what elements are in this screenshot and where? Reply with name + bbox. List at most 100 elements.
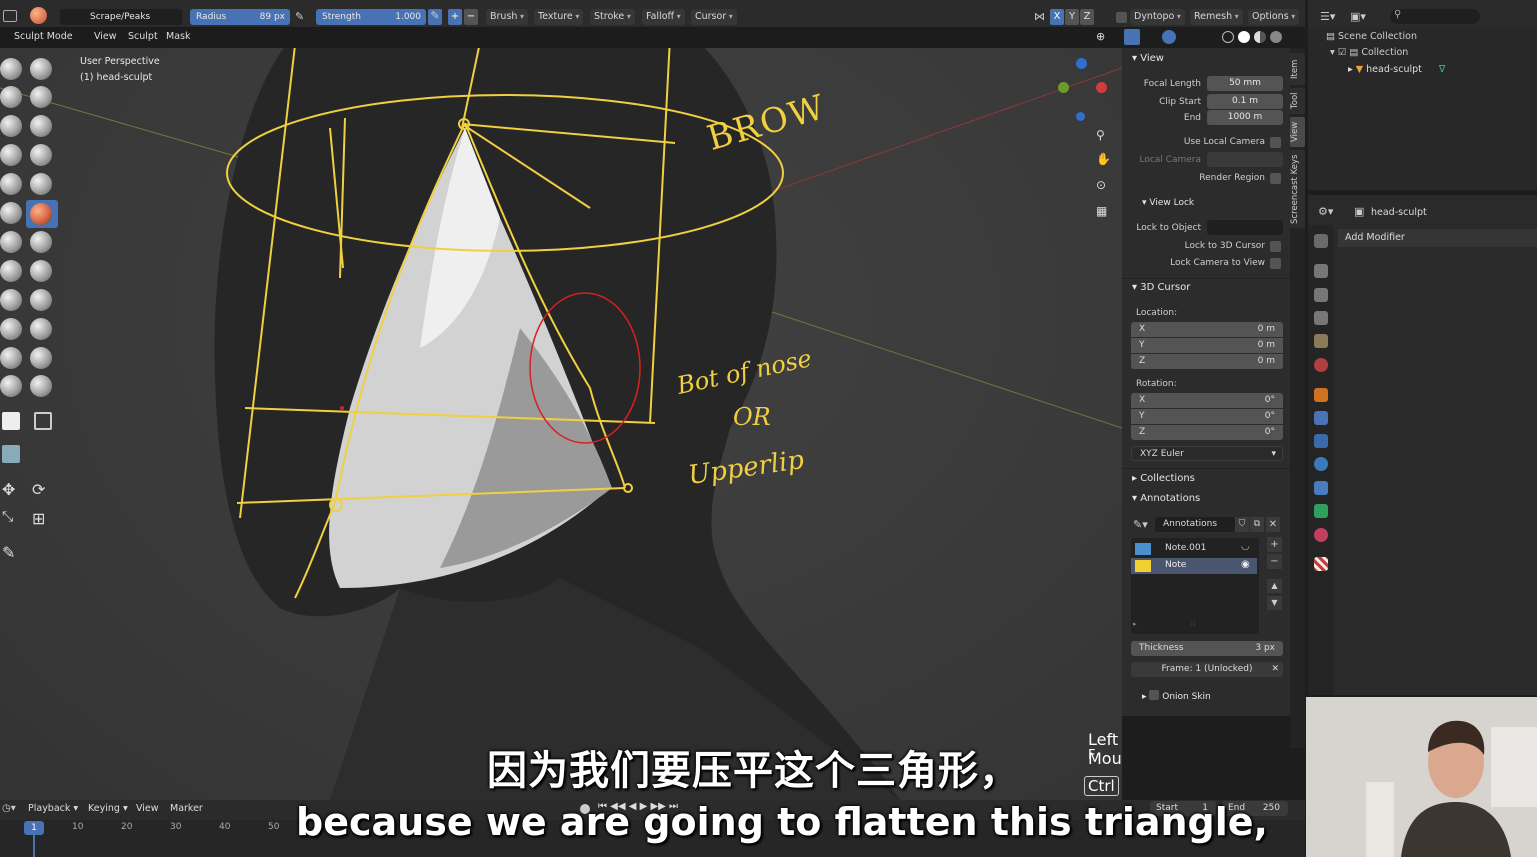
smooth-brush-icon[interactable] bbox=[0, 173, 22, 195]
clay-strips-brush-icon[interactable] bbox=[30, 86, 52, 108]
playback-menu[interactable]: Playback ▾ bbox=[28, 803, 78, 814]
pinch-brush-icon[interactable] bbox=[0, 231, 22, 253]
annotate-icon[interactable]: ✎ bbox=[2, 543, 15, 562]
world-props-icon[interactable] bbox=[1314, 358, 1328, 372]
collection-row[interactable]: ▾ ☑ ▤ Collection bbox=[1330, 47, 1408, 58]
pressure-icon[interactable]: ✎ bbox=[295, 10, 307, 24]
output-props-icon[interactable] bbox=[1314, 288, 1328, 302]
location-z-field[interactable]: Z0 m bbox=[1131, 354, 1283, 369]
add-direction-icon[interactable]: + bbox=[448, 9, 462, 25]
snake-hook-brush-icon[interactable] bbox=[30, 260, 52, 282]
slide-relax-brush-icon[interactable] bbox=[0, 347, 22, 369]
dyntopo-checkbox[interactable] bbox=[1116, 12, 1127, 23]
flatten-brush-icon[interactable] bbox=[30, 173, 52, 195]
timeline-view-menu[interactable]: View bbox=[136, 803, 159, 814]
physics-props-icon[interactable] bbox=[1314, 457, 1328, 471]
annotation-layer-icon[interactable]: ✎▾ bbox=[1133, 518, 1148, 531]
scrape-brush-icon[interactable] bbox=[30, 203, 52, 225]
gizmo-x-axis[interactable] bbox=[1096, 82, 1107, 93]
grid-view-icon[interactable]: ▦ bbox=[1096, 204, 1112, 220]
lock-to-object-field[interactable] bbox=[1207, 220, 1283, 235]
tab-view[interactable]: View bbox=[1290, 117, 1305, 147]
keying-menu[interactable]: Keying ▾ bbox=[88, 803, 128, 814]
material-shading-icon[interactable] bbox=[1254, 31, 1266, 43]
thumb-brush-icon[interactable] bbox=[0, 289, 22, 311]
lock-to-cursor-checkbox[interactable] bbox=[1270, 241, 1281, 252]
subtract-direction-icon[interactable]: − bbox=[464, 9, 478, 25]
list-resize-handle[interactable]: ∷ bbox=[1191, 620, 1195, 628]
draw-sharp-brush-icon[interactable] bbox=[30, 58, 52, 80]
collections-header[interactable]: ▸ Collections bbox=[1132, 473, 1195, 484]
rotate-brush-icon[interactable] bbox=[30, 318, 52, 340]
pan-hand-icon[interactable]: ✋ bbox=[1096, 152, 1112, 168]
transform-icon[interactable]: ⊞ bbox=[32, 509, 45, 528]
simplify-brush-icon[interactable] bbox=[30, 375, 52, 397]
sculpt-menu[interactable]: Sculpt bbox=[128, 31, 158, 42]
head-sculpt-row[interactable]: ▸ ▼ head-sculpt ∇ bbox=[1348, 64, 1445, 75]
inflate-brush-icon[interactable] bbox=[30, 115, 52, 137]
view-menu[interactable]: View bbox=[94, 31, 117, 42]
axis-y-toggle[interactable]: Y bbox=[1065, 9, 1079, 25]
outliner-filter-icon[interactable]: ▣▾ bbox=[1350, 10, 1366, 23]
render-region-checkbox[interactable] bbox=[1270, 173, 1281, 184]
timeline-editor-icon[interactable]: ◷▾ bbox=[2, 803, 16, 814]
fill-brush-icon[interactable] bbox=[0, 202, 22, 224]
symmetry-icon[interactable]: ⋈ bbox=[1034, 10, 1045, 23]
remove-layer-button[interactable]: − bbox=[1267, 554, 1282, 569]
clip-start-field[interactable]: 0.1 m bbox=[1207, 94, 1283, 109]
elastic-brush-icon[interactable] bbox=[0, 260, 22, 282]
frame-field[interactable]: Frame: 1 (Unlocked) ✕ bbox=[1131, 662, 1283, 677]
rotation-y-field[interactable]: Y 0° bbox=[1131, 409, 1283, 424]
location-y-field[interactable]: Y0 m bbox=[1131, 338, 1283, 353]
layer-color-swatch[interactable] bbox=[1135, 560, 1151, 572]
material-props-icon[interactable] bbox=[1314, 528, 1328, 542]
unlink-icon[interactable]: ✕ bbox=[1266, 517, 1280, 532]
scale-icon[interactable]: ⤡ bbox=[2, 509, 13, 525]
cloth-brush-icon[interactable] bbox=[0, 375, 22, 397]
rotation-z-field[interactable]: Z 0° bbox=[1131, 425, 1283, 440]
clip-end-field[interactable]: 1000 m bbox=[1207, 110, 1283, 125]
constraints-props-icon[interactable] bbox=[1314, 481, 1328, 495]
layer-visibility-icon[interactable]: ◡ bbox=[1241, 541, 1250, 552]
remesh-menu[interactable]: Remesh bbox=[1190, 9, 1243, 25]
solid-shading-icon[interactable] bbox=[1238, 31, 1250, 43]
scene-collection-row[interactable]: ▤ Scene Collection bbox=[1326, 31, 1417, 42]
location-x-field[interactable]: X0 m bbox=[1131, 322, 1283, 337]
duplicate-icon[interactable]: ⧉ bbox=[1250, 517, 1264, 532]
texture-props-icon[interactable] bbox=[1314, 557, 1328, 571]
3d-cursor-header[interactable]: ▾ 3D Cursor bbox=[1132, 282, 1190, 293]
pose-brush-icon[interactable] bbox=[30, 289, 52, 311]
draw-brush-icon[interactable] bbox=[0, 58, 22, 80]
3d-viewport[interactable]: BROW Bot of nose OR Upperlip User Perspe… bbox=[0, 48, 1122, 800]
nudge-brush-icon[interactable] bbox=[0, 318, 22, 340]
blob-brush-icon[interactable] bbox=[0, 144, 22, 166]
view-layer-props-icon[interactable] bbox=[1314, 311, 1328, 325]
layer-brush-icon[interactable] bbox=[0, 115, 22, 137]
add-modifier-dropdown[interactable]: Add Modifier bbox=[1338, 229, 1537, 247]
rotation-x-field[interactable]: X 0° bbox=[1131, 393, 1283, 408]
texture-menu[interactable]: Texture bbox=[534, 9, 584, 25]
stroke-menu[interactable]: Stroke bbox=[590, 9, 635, 25]
brush-menu[interactable]: Brush bbox=[486, 9, 528, 25]
marker-menu[interactable]: Marker bbox=[170, 803, 203, 814]
dyntopo-menu[interactable]: Dyntopo bbox=[1130, 9, 1185, 25]
move-icon[interactable]: ✥ bbox=[2, 480, 15, 499]
axis-z-toggle[interactable]: Z bbox=[1080, 9, 1094, 25]
crease-brush-icon[interactable] bbox=[30, 144, 52, 166]
boundary-brush-icon[interactable] bbox=[30, 347, 52, 369]
layer-item-note[interactable]: Note ◉ bbox=[1131, 558, 1257, 574]
editor-type-icon[interactable] bbox=[3, 10, 17, 22]
rendered-shading-icon[interactable] bbox=[1270, 31, 1282, 43]
options-menu[interactable]: Options bbox=[1248, 9, 1300, 25]
particles-props-icon[interactable] bbox=[1314, 434, 1328, 448]
axis-x-toggle[interactable]: X bbox=[1050, 9, 1064, 25]
data-props-icon[interactable] bbox=[1314, 504, 1328, 518]
add-layer-button[interactable]: + bbox=[1267, 537, 1282, 552]
use-local-camera-checkbox[interactable] bbox=[1270, 137, 1281, 148]
radius-slider[interactable]: Radius 89 px bbox=[190, 9, 290, 25]
local-camera-field[interactable] bbox=[1207, 152, 1283, 167]
view-lock-header[interactable]: ▾ View Lock bbox=[1142, 198, 1194, 208]
object-props-icon[interactable] bbox=[1314, 388, 1328, 402]
move-layer-up-button[interactable]: ▲ bbox=[1267, 579, 1282, 593]
strength-slider[interactable]: Strength 1.000 bbox=[316, 9, 426, 25]
